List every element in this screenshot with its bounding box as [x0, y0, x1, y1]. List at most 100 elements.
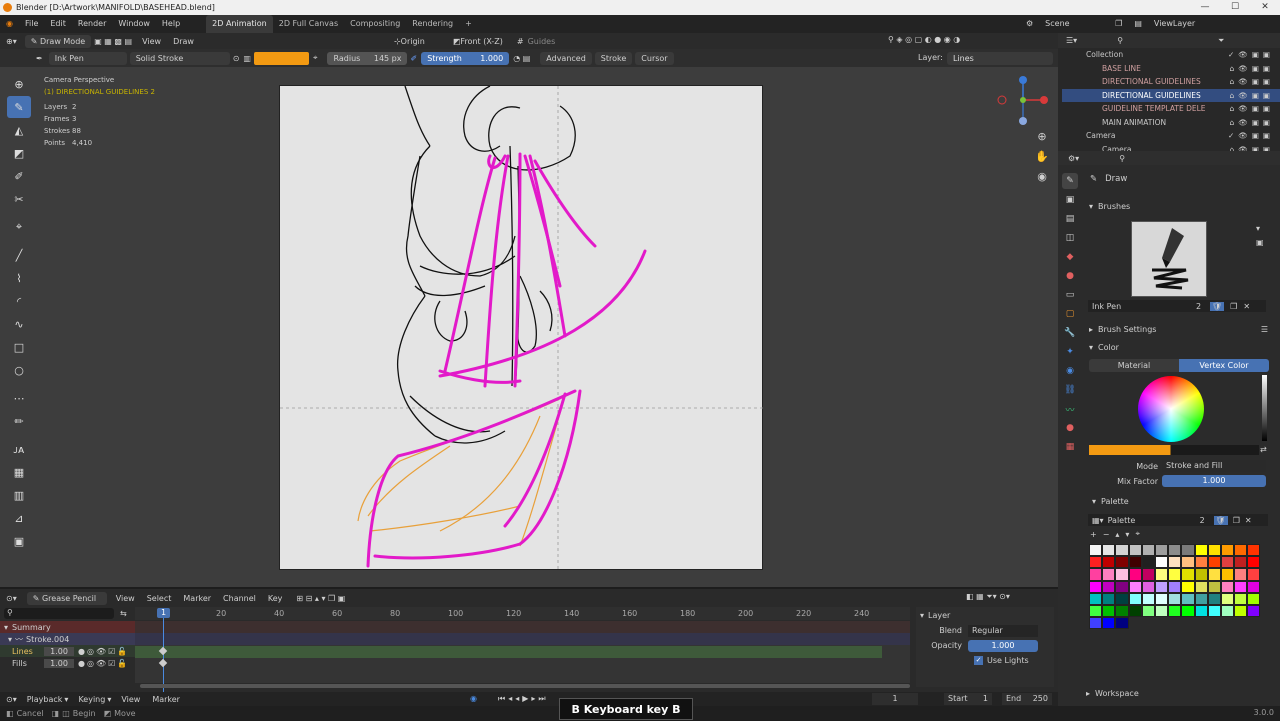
palette-unlink-icon[interactable]: ✕: [1245, 516, 1252, 525]
brush-settings-panel-header[interactable]: ▸ Brush Settings ☰: [1084, 322, 1270, 336]
annotate-tool-icon[interactable]: ✏: [7, 410, 31, 432]
outliner-search-icon[interactable]: ⚲: [1117, 36, 1123, 45]
color-wheel[interactable]: [1138, 376, 1204, 442]
palette-swatch[interactable]: [1207, 592, 1221, 605]
viewport-shading-icons[interactable]: ⚲ ◈ ◎ ▢ ◐ ● ◉ ◑: [888, 35, 960, 44]
view-layer-tab-icon[interactable]: ◫: [1062, 230, 1078, 246]
navigation-gizmo[interactable]: [996, 75, 1052, 131]
palette-swatch[interactable]: [1181, 580, 1195, 593]
palette-swatch[interactable]: [1089, 556, 1103, 569]
palette-name-field[interactable]: Palette: [1108, 516, 1200, 525]
stroke-type-dropdown[interactable]: Solid Stroke: [129, 51, 230, 65]
layer-opacity-field[interactable]: 1.00: [44, 646, 74, 656]
palette-swatch[interactable]: [1207, 556, 1221, 569]
pin-icon[interactable]: ⊙: [233, 54, 240, 63]
interpolate-tool-icon[interactable]: ⋯: [7, 387, 31, 409]
polyline-tool-icon[interactable]: ⌇: [7, 267, 31, 289]
palette-swatch[interactable]: [1115, 604, 1129, 618]
palette-swatch[interactable]: [1115, 556, 1129, 569]
editor-type-icon[interactable]: ⊙▾: [6, 594, 17, 603]
physics-tab-icon[interactable]: ◉: [1062, 363, 1078, 379]
palette-swatch[interactable]: [1102, 592, 1116, 605]
palette-swatch[interactable]: [1128, 556, 1142, 569]
palette-swatch[interactable]: [1089, 544, 1103, 557]
brushes-panel-header[interactable]: ▾ Brushes: [1084, 198, 1274, 214]
palette-swatch[interactable]: [1102, 544, 1116, 557]
palette-swatch[interactable]: [1168, 580, 1182, 593]
pressure-icon[interactable]: ✐: [410, 54, 417, 63]
end-frame-field[interactable]: End 250: [1002, 693, 1052, 705]
palette-swatch[interactable]: [1128, 544, 1142, 557]
palette-swatch[interactable]: [1089, 580, 1103, 593]
transform-tool-icon[interactable]: ▣: [7, 530, 31, 552]
pan-hand-icon[interactable]: ✋: [1033, 150, 1051, 170]
duplicate-brush-icon[interactable]: ❐: [1230, 302, 1237, 311]
editor-type-icon[interactable]: ⊕▾: [6, 37, 17, 46]
palette-swatch[interactable]: [1115, 617, 1129, 630]
brush-add-icon[interactable]: ▣: [1256, 238, 1264, 247]
palette-swatch[interactable]: [1115, 592, 1129, 605]
addon-tool-icon[interactable]: ᴊᴀ: [7, 438, 31, 460]
palette-swatch[interactable]: [1154, 580, 1169, 593]
modifier-tab-icon[interactable]: 🔧: [1062, 325, 1078, 341]
palette-swatch[interactable]: [1168, 544, 1182, 557]
value-slider[interactable]: [1262, 375, 1267, 441]
camera-view-icon[interactable]: ◉: [1033, 170, 1051, 190]
mode-dropdown[interactable]: Stroke and Fill: [1162, 460, 1266, 472]
palette-swatch[interactable]: [1207, 604, 1221, 618]
palette-swatch[interactable]: [1181, 556, 1195, 569]
marker-menu[interactable]: Marker: [152, 695, 180, 704]
palette-swatch[interactable]: [1220, 568, 1235, 581]
grid-tool-icon[interactable]: ▦: [7, 461, 31, 483]
keyframe-tools-icons[interactable]: ⊞ ⊟ ▴ ▾ ❐ ▣: [296, 594, 345, 603]
palette-swatch[interactable]: [1168, 604, 1182, 618]
close-button[interactable]: ✕: [1250, 0, 1280, 15]
tint-tool-icon[interactable]: ✐: [7, 165, 31, 187]
eyedropper-palette-icon[interactable]: ⌖: [1135, 529, 1140, 539]
palette-swatch[interactable]: [1089, 617, 1103, 630]
palette-swatch[interactable]: [1181, 568, 1195, 581]
color-swatch[interactable]: [1089, 445, 1259, 455]
line-tool-icon[interactable]: ╱: [7, 244, 31, 266]
layer-toggle-icons[interactable]: ●◎👁☑🔓: [78, 659, 129, 668]
menu-render[interactable]: Render: [72, 15, 112, 33]
tab-rendering[interactable]: Rendering: [406, 15, 459, 33]
blend-dropdown[interactable]: Regular: [968, 624, 1038, 637]
current-frame-field[interactable]: 1: [872, 693, 918, 705]
cursor-tool-icon[interactable]: ⊕: [7, 73, 31, 95]
palette-swatch[interactable]: [1141, 604, 1155, 618]
palette-swatch[interactable]: [1220, 580, 1235, 593]
palette-swatch[interactable]: [1181, 604, 1195, 618]
remove-color-icon[interactable]: −: [1103, 530, 1110, 539]
palette-swatch[interactable]: [1194, 592, 1208, 605]
swap-colors-icon[interactable]: ⇄: [1260, 445, 1267, 454]
add-workspace-button[interactable]: +: [459, 15, 478, 33]
brush-list-icon[interactable]: ▾: [1256, 224, 1260, 233]
properties-search-icon[interactable]: ⚲: [1119, 154, 1125, 163]
palette-swatch[interactable]: [1194, 568, 1208, 581]
brush-user-count[interactable]: 2: [1196, 302, 1210, 311]
viewlayer-name[interactable]: ViewLayer: [1148, 15, 1218, 33]
palette-fake-user-icon[interactable]: 🛡: [1213, 515, 1228, 525]
fill-tool-icon[interactable]: ◭: [7, 119, 31, 141]
palette-swatch[interactable]: [1102, 604, 1116, 618]
palette-swatch[interactable]: [1102, 568, 1116, 581]
view-axis-dropdown[interactable]: Front (X-Z): [460, 37, 502, 46]
palette-swatch[interactable]: [1102, 580, 1116, 593]
filter-icon[interactable]: ⏷: [1218, 36, 1224, 46]
tab-2d-full-canvas[interactable]: 2D Full Canvas: [273, 15, 344, 33]
palette-swatch[interactable]: [1181, 544, 1195, 557]
circle-tool-icon[interactable]: ○: [7, 359, 31, 381]
palette-panel-header[interactable]: ▾ Palette: [1092, 495, 1129, 507]
summary-channel[interactable]: ▾ Summary: [0, 621, 135, 633]
workspace-panel-header[interactable]: ▸ Workspace: [1086, 687, 1139, 699]
vertex-color-tab[interactable]: Vertex Color: [1179, 359, 1269, 372]
color-mode-icon[interactable]: ▥: [243, 54, 251, 63]
tab-compositing[interactable]: Compositing: [344, 15, 406, 33]
box-tool-icon[interactable]: □: [7, 336, 31, 358]
palette-swatch[interactable]: [1115, 544, 1129, 557]
palette-swatch[interactable]: [1220, 592, 1235, 605]
start-frame-field[interactable]: Start 1: [944, 693, 992, 705]
dope-mode-dropdown[interactable]: ✎ Grease Pencil: [26, 591, 107, 605]
palette-swatch[interactable]: [1128, 568, 1142, 581]
